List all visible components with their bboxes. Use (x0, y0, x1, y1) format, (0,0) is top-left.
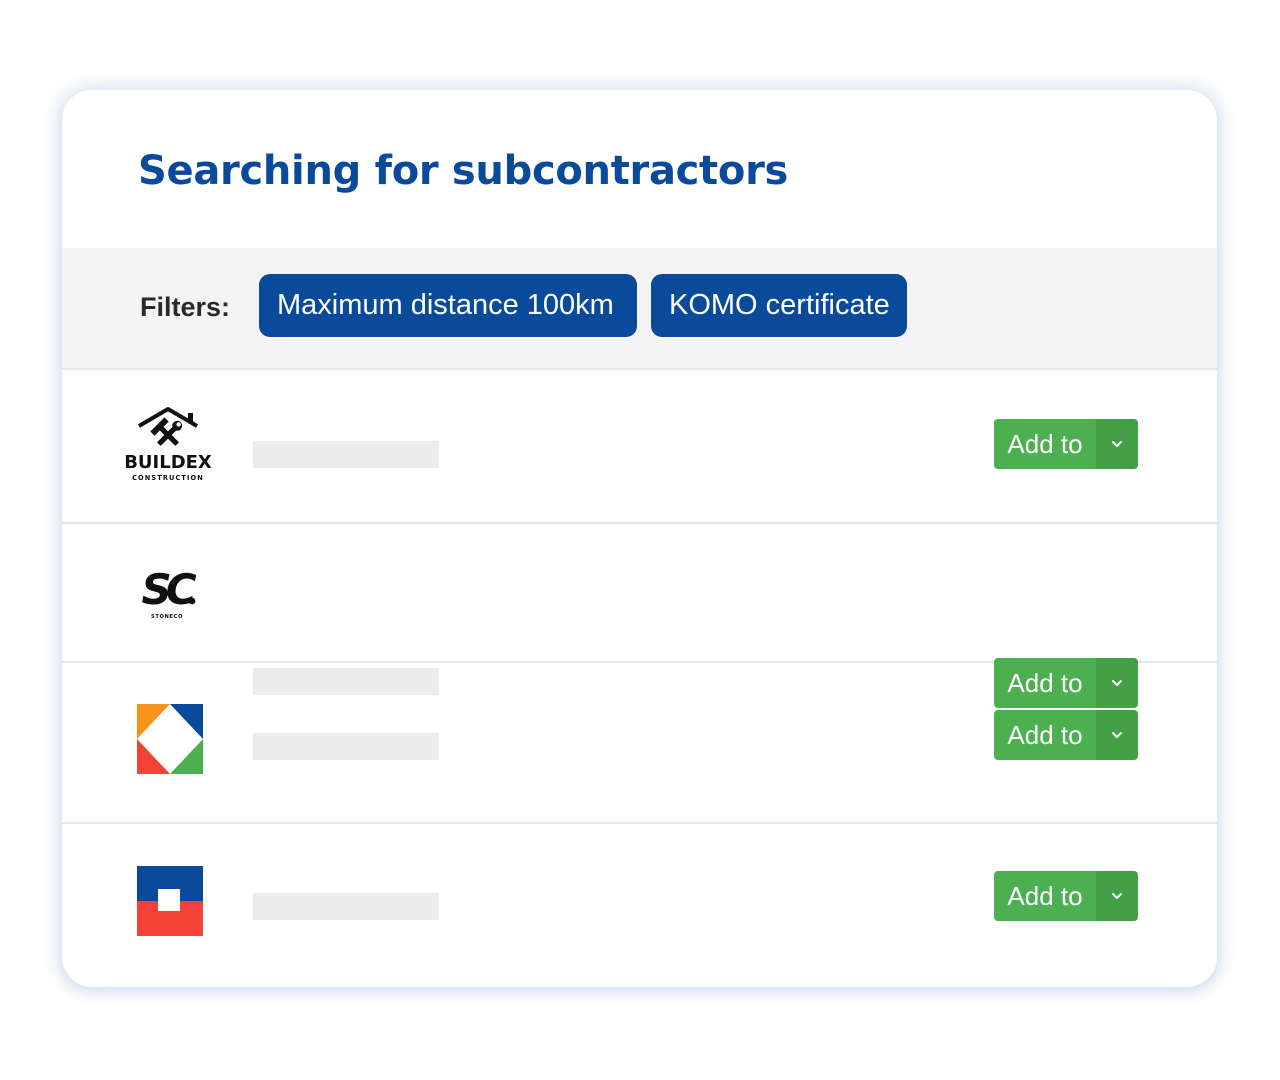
add-to-button-label[interactable]: Add to (994, 710, 1096, 760)
add-to-dropdown-toggle[interactable] (1096, 419, 1138, 469)
add-to-dropdown-toggle[interactable] (1096, 871, 1138, 921)
buildex-logo-text: BUILDEX (125, 452, 211, 473)
result-row: Add to (62, 824, 1217, 987)
stoneco-logo-subtext: STONECO (151, 614, 183, 620)
company-name-placeholder (253, 733, 439, 760)
add-to-button[interactable]: Add to (994, 419, 1138, 469)
diamond-square-logo (137, 704, 203, 774)
chevron-down-icon (1112, 893, 1122, 899)
page-title: Searching for subcontractors (138, 148, 788, 194)
add-to-dropdown-toggle[interactable] (1096, 710, 1138, 760)
buildex-logo: BUILDEX CONSTRUCTION (125, 407, 211, 482)
chevron-down-icon (1112, 732, 1122, 738)
chevron-down-icon (1112, 441, 1122, 447)
result-row: SC STONECO Add to (62, 524, 1217, 708)
buildex-logo-subtext: CONSTRUCTION (132, 474, 204, 482)
add-to-button[interactable]: Add to (994, 871, 1138, 921)
add-to-button-label[interactable]: Add to (994, 419, 1096, 469)
filter-bar: Filters: Maximum distance 100km KOMO cer… (62, 248, 1217, 370)
stoneco-logo: SC STONECO (141, 565, 202, 620)
result-row: BUILDEX CONSTRUCTION Add to (62, 370, 1217, 524)
add-to-button-label[interactable]: Add to (994, 871, 1096, 921)
filter-chip-komo-certificate[interactable]: KOMO certificate (651, 274, 907, 337)
filter-chip-max-distance[interactable]: Maximum distance 100km (259, 274, 637, 337)
result-row: Add to (62, 663, 1217, 824)
company-name-placeholder (253, 893, 439, 920)
company-name-placeholder (253, 441, 439, 468)
add-to-button[interactable]: Add to (994, 710, 1138, 760)
subcontractor-search-panel: Searching for subcontractors Filters: Ma… (62, 90, 1217, 987)
blue-red-block-logo (137, 866, 203, 936)
filters-label: Filters: (140, 292, 231, 322)
stoneco-logo-text: SC (141, 565, 196, 614)
